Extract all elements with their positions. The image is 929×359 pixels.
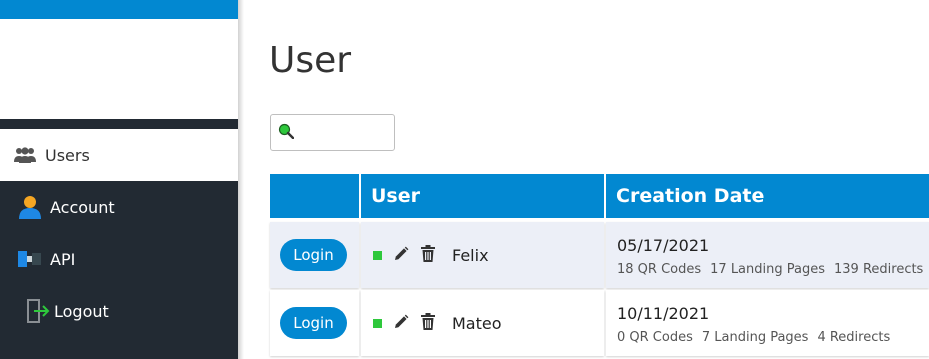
trash-icon[interactable] — [421, 245, 435, 266]
login-button[interactable]: Login — [280, 307, 347, 339]
sidebar-item-label: API — [50, 249, 76, 269]
table-row: Login — [270, 222, 929, 288]
qr-code-count: 0 QR Codes — [617, 330, 693, 345]
sidebar-item-api[interactable]: API — [0, 233, 238, 285]
column-header-actions — [270, 174, 359, 218]
login-cell: Login — [270, 290, 359, 356]
search-box[interactable] — [270, 114, 395, 151]
user-cell: Felix — [361, 222, 604, 288]
page-title: User — [269, 40, 352, 81]
sidebar: Users Account API Logout — [0, 0, 238, 359]
account-icon — [18, 195, 42, 219]
user-stats: 18 QR Codes 17 Landing Pages 139 Redirects — [617, 262, 929, 277]
qr-code-count: 18 QR Codes — [617, 262, 702, 277]
redirect-count: 4 Redirects — [817, 330, 891, 345]
login-cell: Login — [270, 222, 359, 288]
sidebar-item-users[interactable]: Users — [0, 129, 238, 181]
sidebar-shadow — [238, 0, 244, 359]
landing-page-count: 7 Landing Pages — [701, 330, 809, 345]
status-indicator — [373, 319, 382, 328]
sidebar-nav: Users Account API Logout — [0, 119, 238, 359]
sidebar-item-label: Logout — [54, 301, 109, 321]
app-root: Users Account API Logout User User Creat… — [0, 0, 929, 359]
column-header-creation-date[interactable]: Creation Date — [606, 174, 929, 218]
sidebar-item-label: Account — [50, 197, 115, 217]
users-icon — [13, 146, 37, 164]
creation-date: 10/11/2021 — [617, 304, 710, 323]
creation-date: 05/17/2021 — [617, 236, 710, 255]
creation-date-cell: 10/11/2021 0 QR Codes 7 Landing Pages 4 Re… — [606, 290, 929, 356]
edit-icon[interactable] — [393, 314, 409, 334]
logout-icon — [26, 298, 50, 324]
user-name[interactable]: Mateo — [452, 314, 502, 333]
status-indicator — [373, 251, 382, 260]
column-header-user[interactable]: User — [361, 174, 604, 218]
user-name[interactable]: Felix — [452, 246, 489, 265]
sidebar-item-label: Users — [45, 145, 90, 165]
api-icon — [18, 249, 42, 269]
search-icon — [278, 123, 295, 143]
trash-icon[interactable] — [421, 313, 435, 334]
logo-area — [0, 19, 238, 119]
table-row: Login — [270, 290, 929, 356]
user-stats: 0 QR Codes 7 Landing Pages 4 Redirects — [617, 330, 899, 345]
search-input[interactable] — [299, 121, 389, 145]
sidebar-top-bar — [0, 0, 238, 19]
sidebar-item-logout[interactable]: Logout — [0, 285, 238, 337]
login-button[interactable]: Login — [280, 239, 347, 271]
creation-date-cell: 05/17/2021 18 QR Codes 17 Landing Pages 13… — [606, 222, 929, 288]
edit-icon[interactable] — [393, 246, 409, 266]
user-cell: Mateo — [361, 290, 604, 356]
redirect-count: 139 Redirects — [834, 262, 924, 277]
sidebar-item-account[interactable]: Account — [0, 181, 238, 233]
landing-page-count: 17 Landing Pages — [710, 262, 825, 277]
